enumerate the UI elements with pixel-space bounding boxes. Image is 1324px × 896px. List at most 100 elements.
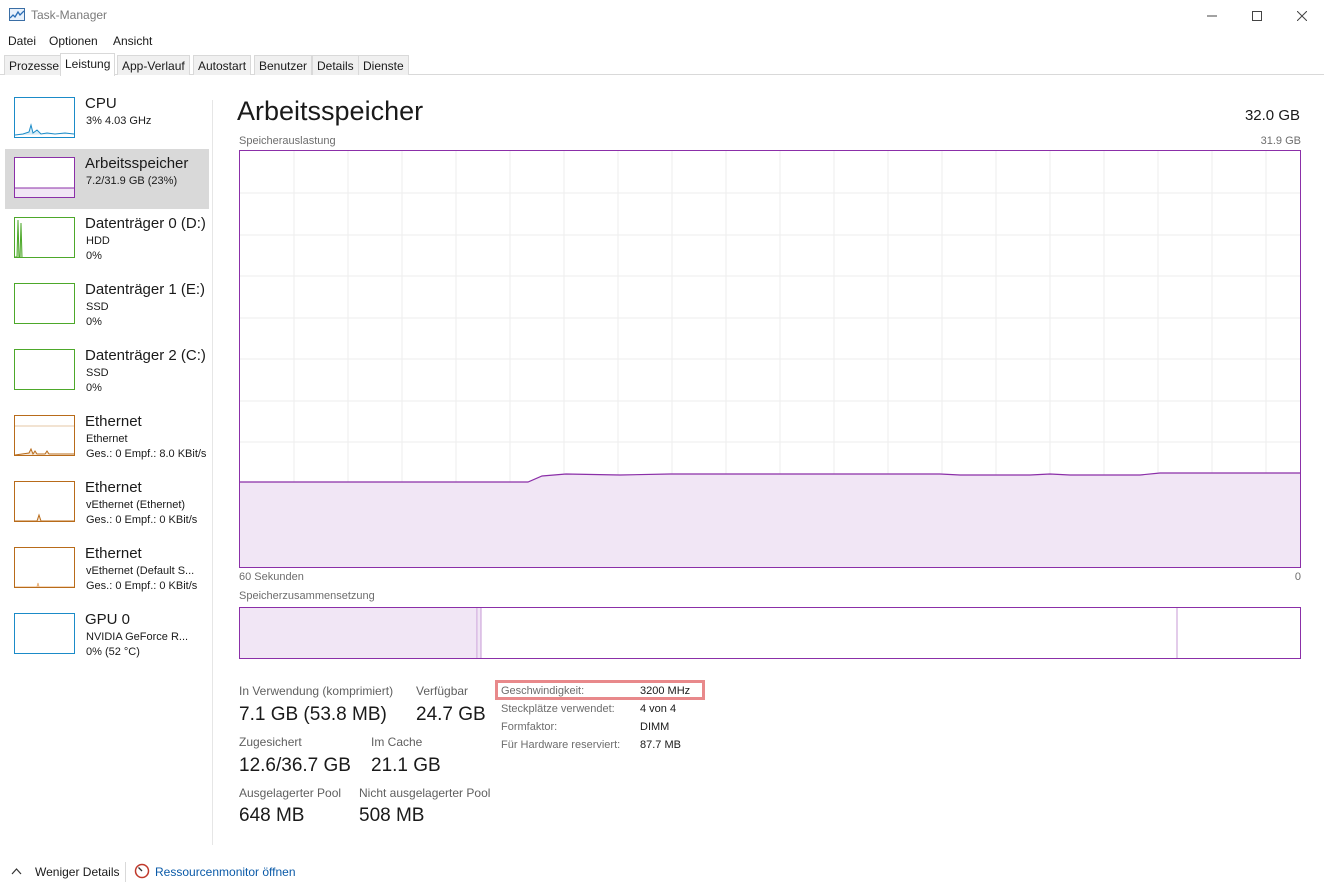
- sidebar-item-title: Ethernet: [85, 413, 142, 430]
- sidebar-item-vethernet[interactable]: Ethernet vEthernet (Ethernet) Ges.: 0 Em…: [5, 473, 209, 533]
- committed-label: Zugesichert: [239, 735, 302, 749]
- page-title: Arbeitsspeicher: [237, 96, 424, 126]
- nonpaged-pool-label: Nicht ausgelagerter Pool: [359, 786, 491, 800]
- minimize-icon[interactable]: [1189, 0, 1235, 31]
- memory-usage-graph-svg: [240, 151, 1300, 567]
- available-label: Verfügbar: [416, 684, 469, 698]
- in-use-label: In Verwendung (komprimiert): [239, 684, 394, 698]
- sidebar-item-vethernet-default[interactable]: Ethernet vEthernet (Default S... Ges.: 0…: [5, 539, 209, 599]
- tab-dienste[interactable]: Dienste: [358, 55, 409, 75]
- usage-graph-label: Speicherauslastung: [239, 135, 336, 147]
- sidebar-item-throughput: Ges.: 0 Empf.: 8.0 KBit/s: [86, 448, 207, 460]
- sidebar-item-ethernet[interactable]: Ethernet Ethernet Ges.: 0 Empf.: 8.0 KBi…: [5, 407, 209, 467]
- sidebar-item-detail: 7.2/31.9 GB (23%): [86, 175, 178, 187]
- property-value: 3200 MHz: [640, 685, 691, 697]
- title-bar: Task-Manager: [0, 0, 1324, 31]
- resource-monitor-icon[interactable]: [134, 863, 150, 879]
- available-value: 24.7 GB: [416, 704, 486, 725]
- sidebar-item-memory[interactable]: Arbeitsspeicher 7.2/31.9 GB (23%): [5, 149, 209, 209]
- property-value: 4 von 4: [640, 703, 677, 715]
- property-label: Für Hardware reserviert:: [501, 739, 621, 751]
- menu-ansicht[interactable]: Ansicht: [113, 34, 152, 48]
- time-axis-start: 60 Sekunden: [239, 571, 304, 583]
- memory-usage-graph: [239, 150, 1301, 568]
- resource-monitor-link[interactable]: Ressourcenmonitor öffnen: [155, 865, 296, 879]
- sidebar-item-title: Arbeitsspeicher: [85, 155, 189, 172]
- disk-thumbnail-graph: [14, 349, 75, 390]
- sidebar-item-adapter: vEthernet (Ethernet): [86, 499, 186, 511]
- tab-app-verlauf[interactable]: App-Verlauf: [117, 55, 190, 75]
- sidebar-item-adapter: Ethernet: [86, 433, 128, 445]
- sidebar-item-title: Datenträger 0 (D:): [85, 215, 206, 232]
- disk-thumbnail-graph: [14, 283, 75, 324]
- sidebar-item-type: SSD: [86, 367, 109, 379]
- cached-value: 21.1 GB: [371, 755, 441, 776]
- menu-bar: Datei Optionen Ansicht: [0, 31, 1324, 53]
- gpu-thumbnail-graph: [14, 613, 75, 654]
- tab-details[interactable]: Details: [312, 55, 359, 75]
- sidebar-item-title: Datenträger 1 (E:): [85, 281, 206, 298]
- performance-sidebar: CPU 3% 4.03 GHz Arbeitsspeicher 7.2/31.9…: [0, 89, 213, 849]
- disk-thumbnail-graph: [14, 217, 75, 258]
- sidebar-item-adapter: NVIDIA GeForce R...: [86, 631, 189, 643]
- footer-divider: [125, 862, 126, 882]
- tab-bar: Prozesse Leistung App-Verlauf Autostart …: [0, 53, 1324, 76]
- sidebar-item-title: CPU: [85, 95, 117, 112]
- memory-composition-bar: [239, 607, 1301, 659]
- menu-datei[interactable]: Datei: [8, 34, 36, 48]
- sidebar-item-detail: 3% 4.03 GHz: [86, 115, 152, 127]
- tab-prozesse[interactable]: Prozesse: [4, 55, 65, 75]
- sidebar-item-type: SSD: [86, 301, 109, 313]
- cached-label: Im Cache: [371, 735, 423, 749]
- property-value: DIMM: [640, 721, 670, 733]
- paged-pool-value: 648 MB: [239, 805, 305, 826]
- property-label: Formfaktor:: [501, 721, 558, 733]
- property-label: Geschwindigkeit:: [501, 685, 585, 697]
- sidebar-item-usage: 0%: [86, 316, 102, 328]
- sidebar-item-usage: 0%: [86, 250, 102, 262]
- sidebar-item-disk-1[interactable]: Datenträger 1 (E:) SSD 0%: [5, 275, 209, 335]
- paged-pool-label: Ausgelagerter Pool: [239, 786, 342, 800]
- composition-label: Speicherzusammensetzung: [239, 590, 375, 602]
- tab-benutzer[interactable]: Benutzer: [254, 55, 313, 75]
- property-label: Steckplätze verwendet:: [501, 703, 615, 715]
- sidebar-item-usage: 0% (52 °C): [86, 646, 140, 658]
- menu-optionen[interactable]: Optionen: [49, 34, 98, 48]
- sidebar-item-title: Ethernet: [85, 545, 142, 562]
- property-value: 87.7 MB: [640, 739, 681, 751]
- window-title: Task-Manager: [31, 8, 108, 22]
- ethernet-thumbnail-graph: [14, 547, 75, 588]
- usage-graph-max: 31.9 GB: [1260, 135, 1301, 147]
- in-use-value: 7.1 GB (53.8 MB): [239, 704, 387, 725]
- maximize-icon[interactable]: [1234, 0, 1280, 31]
- sidebar-item-usage: 0%: [86, 382, 102, 394]
- sidebar-item-type: HDD: [86, 235, 110, 247]
- tab-autostart[interactable]: Autostart: [193, 55, 252, 75]
- chevron-up-icon[interactable]: [11, 864, 22, 878]
- fewer-details-button[interactable]: Weniger Details: [35, 865, 119, 879]
- tab-leistung[interactable]: Leistung: [60, 53, 116, 76]
- memory-composition-svg: [240, 608, 1178, 658]
- sidebar-item-throughput: Ges.: 0 Empf.: 0 KBit/s: [86, 580, 198, 592]
- sidebar-item-title: Datenträger 2 (C:): [85, 347, 206, 364]
- ethernet-thumbnail-graph: [14, 481, 75, 522]
- sidebar-item-title: GPU 0: [85, 611, 131, 628]
- sidebar-divider: [212, 100, 213, 845]
- sidebar-item-title: Ethernet: [85, 479, 142, 496]
- memory-total: 32.0 GB: [1244, 107, 1300, 124]
- cpu-thumbnail-graph: [14, 97, 75, 138]
- ethernet-thumbnail-graph: [14, 415, 75, 456]
- sidebar-item-disk-0[interactable]: Datenträger 0 (D:) HDD 0%: [5, 209, 209, 269]
- task-manager-icon: [9, 8, 25, 21]
- sidebar-item-cpu[interactable]: CPU 3% 4.03 GHz: [5, 89, 209, 149]
- close-icon[interactable]: [1279, 0, 1324, 31]
- memory-usage-area: [240, 473, 1300, 567]
- sidebar-item-gpu[interactable]: GPU 0 NVIDIA GeForce R... 0% (52 °C): [5, 605, 209, 665]
- sidebar-item-adapter: vEthernet (Default S...: [86, 565, 195, 577]
- memory-thumbnail-graph: [14, 157, 75, 198]
- nonpaged-pool-value: 508 MB: [359, 805, 425, 826]
- sidebar-item-throughput: Ges.: 0 Empf.: 0 KBit/s: [86, 514, 198, 526]
- sidebar-item-disk-2[interactable]: Datenträger 2 (C:) SSD 0%: [5, 341, 209, 401]
- composition-in-use: [240, 608, 477, 658]
- committed-value: 12.6/36.7 GB: [239, 755, 351, 776]
